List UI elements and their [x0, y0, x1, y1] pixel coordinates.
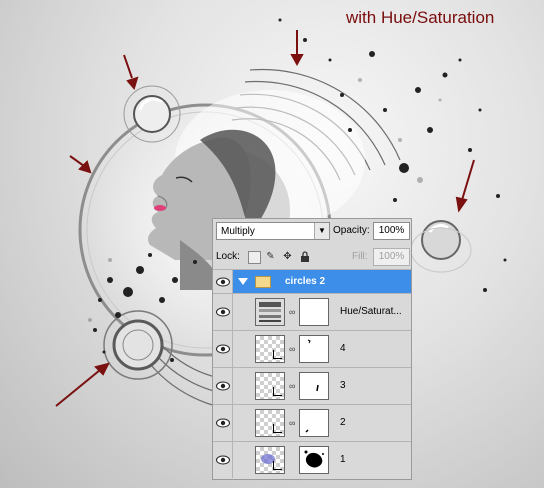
- artwork-canvas: with Hue/Saturation Multiply ▼ Opacity: …: [0, 0, 544, 488]
- layer-mask-thumbnail[interactable]: [299, 409, 329, 437]
- link-chain-icon[interactable]: ∞: [289, 307, 295, 318]
- clipping-arrow-icon: [273, 350, 282, 359]
- layer-mask-thumbnail[interactable]: [299, 298, 329, 326]
- chevron-down-icon[interactable]: ▼: [314, 223, 329, 239]
- clipping-arrow-icon: [273, 387, 282, 396]
- layer-thumbnail: [255, 372, 285, 400]
- glass-sphere-bottom: [103, 310, 173, 380]
- layer-4[interactable]: ∞ 4: [213, 330, 411, 367]
- fill-label: Fill:: [352, 251, 368, 262]
- lock-position-move-icon[interactable]: ✥: [282, 251, 293, 262]
- blend-opacity-row: Multiply ▼ Opacity: 100%: [213, 219, 411, 245]
- opacity-label: Opacity:: [333, 225, 370, 236]
- adjustment-thumbnail-icon: [255, 298, 285, 326]
- layer-2[interactable]: ∞ 2: [213, 404, 411, 441]
- visibility-eye-icon[interactable]: [213, 331, 233, 367]
- expand-triangle-icon[interactable]: [238, 278, 248, 285]
- layer-group-circles-2[interactable]: circles 2: [213, 269, 411, 293]
- layer-name: circles 2: [285, 275, 326, 287]
- arrow-2-head: [290, 54, 304, 67]
- layer-list: circles 2 ∞ Hue/Saturat... ∞ 4 ∞ 3 ∞ 2 1: [213, 269, 411, 478]
- link-chain-icon[interactable]: ∞: [289, 344, 295, 355]
- layer-name: 4: [340, 343, 346, 354]
- opacity-field[interactable]: 100%: [373, 222, 410, 240]
- link-chain-icon[interactable]: ∞: [289, 418, 295, 429]
- lips: [154, 205, 166, 211]
- layer-mask-thumbnail[interactable]: [299, 372, 329, 400]
- arrow-1-head: [126, 76, 139, 91]
- visibility-eye-icon[interactable]: [213, 405, 233, 441]
- annotation-title: with Hue/Saturation: [346, 8, 495, 27]
- visibility-eye-icon[interactable]: [213, 270, 233, 293]
- layer-1[interactable]: 1: [213, 441, 411, 478]
- layer-name: 3: [340, 380, 346, 391]
- layer-thumbnail: [255, 446, 285, 474]
- clipping-arrow-icon: [273, 461, 282, 470]
- layer-name: 1: [340, 454, 346, 465]
- layer-name: 2: [340, 417, 346, 428]
- layers-panel: Multiply ▼ Opacity: 100% Lock: ✎ ✥ Fill:…: [212, 218, 412, 480]
- visibility-eye-icon[interactable]: [213, 368, 233, 404]
- blend-mode-select[interactable]: Multiply ▼: [216, 222, 330, 240]
- lock-fill-row: Lock: ✎ ✥ Fill: 100%: [213, 246, 411, 268]
- fill-field[interactable]: 100%: [373, 248, 410, 266]
- layer-mask-thumbnail[interactable]: [299, 446, 329, 474]
- layer-3[interactable]: ∞ 3: [213, 367, 411, 404]
- blend-mode-value: Multiply: [221, 226, 255, 237]
- layer-mask-thumbnail[interactable]: [299, 335, 329, 363]
- layer-name: Hue/Saturat...: [340, 306, 402, 317]
- layer-thumbnail: [255, 409, 285, 437]
- folder-icon: [255, 276, 271, 288]
- lock-transparency-icon[interactable]: [248, 251, 261, 264]
- lock-label: Lock:: [216, 251, 240, 262]
- visibility-eye-icon[interactable]: [213, 442, 233, 478]
- lock-all-padlock-icon[interactable]: [299, 251, 310, 262]
- clipping-arrow-icon: [273, 424, 282, 433]
- visibility-eye-icon[interactable]: [213, 294, 233, 330]
- layer-hue-saturation[interactable]: ∞ Hue/Saturat...: [213, 293, 411, 330]
- arrow-4-head: [455, 196, 468, 213]
- link-chain-icon[interactable]: ∞: [289, 381, 295, 392]
- layer-thumbnail: [255, 335, 285, 363]
- glass-sphere-right: [410, 220, 472, 273]
- lock-image-brush-icon[interactable]: ✎: [265, 251, 276, 262]
